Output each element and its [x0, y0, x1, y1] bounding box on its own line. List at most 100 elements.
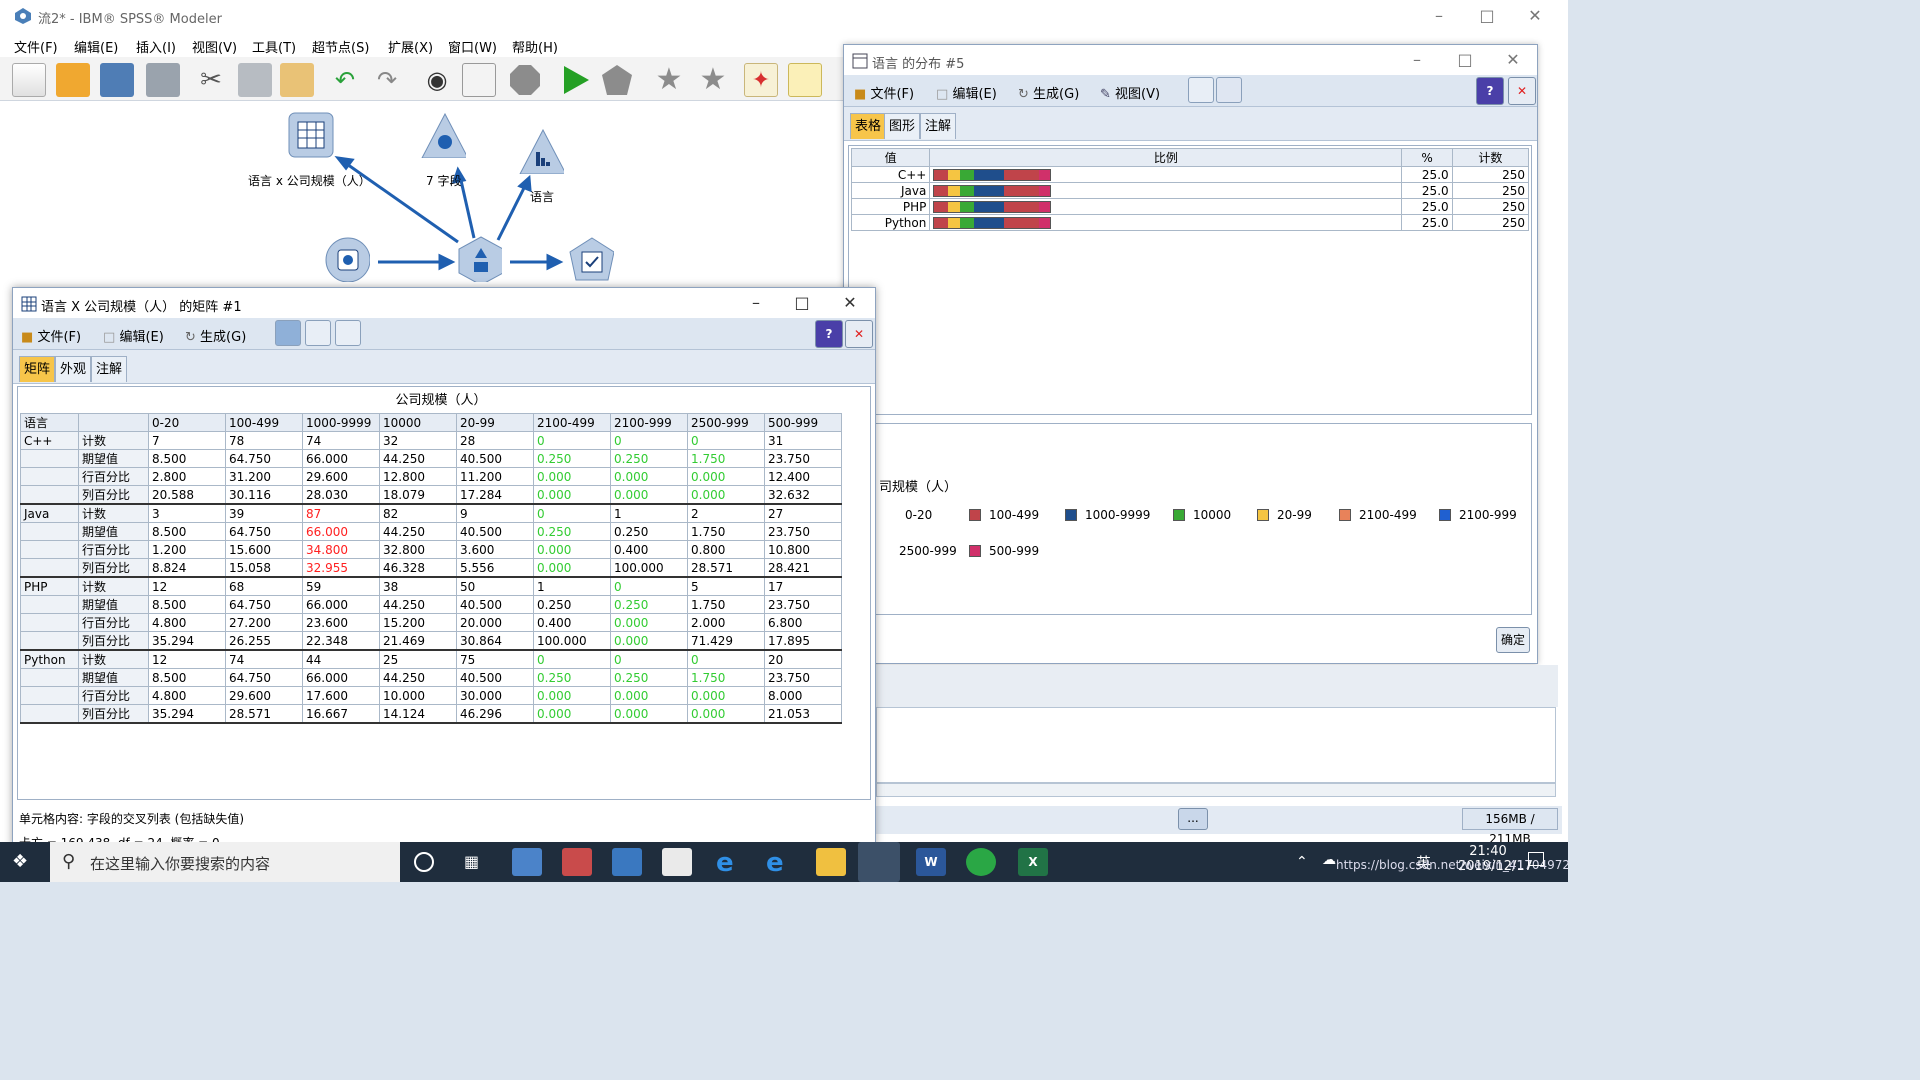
undo-icon[interactable]: ↶ — [328, 63, 362, 97]
save-icon[interactable] — [100, 63, 134, 97]
edge-icon[interactable]: e — [716, 848, 734, 878]
matrix-maximize-button[interactable]: □ — [779, 288, 825, 318]
store-icon[interactable] — [662, 848, 692, 876]
tab-appearance[interactable]: 外观 — [55, 356, 92, 382]
col-proportion[interactable]: 比例 — [929, 148, 1403, 167]
menu-edit[interactable]: 编辑(E) — [74, 37, 118, 56]
new-stream-icon[interactable] — [12, 63, 46, 97]
stop-icon[interactable] — [508, 63, 542, 97]
col-percent[interactable]: % — [1401, 148, 1453, 167]
ellipsis-button[interactable]: ... — [1178, 808, 1208, 830]
dist-menu-generate[interactable]: ↻ 生成(G) — [1018, 83, 1079, 102]
run-selection-icon[interactable] — [600, 63, 634, 97]
column-header[interactable]: 20-99 — [456, 413, 534, 432]
dist-close-x-button[interactable]: ✕ — [1508, 77, 1536, 105]
maximize-button[interactable]: □ — [1464, 0, 1510, 32]
matrix-minimize-button[interactable]: – — [733, 288, 779, 318]
menu-window[interactable]: 窗口(W) — [448, 37, 497, 56]
dist-row[interactable]: C++ 25.0 250 — [850, 166, 1530, 183]
menu-insert[interactable]: 插入(I) — [136, 37, 176, 56]
redo-icon[interactable]: ↷ — [370, 63, 404, 97]
open-folder-icon[interactable] — [56, 63, 90, 97]
notification-icon[interactable] — [1528, 852, 1544, 866]
print-icon[interactable] — [305, 320, 331, 346]
col-value[interactable]: 值 — [850, 148, 931, 167]
column-header[interactable]: 1000-9999 — [302, 413, 380, 432]
matrix-close-x-button[interactable]: ✕ — [845, 320, 873, 348]
dist-row[interactable]: PHP 25.0 250 — [850, 198, 1530, 215]
type-node-icon[interactable] — [456, 236, 502, 282]
close-button[interactable]: ✕ — [1512, 0, 1558, 32]
matrix-close-button[interactable]: ✕ — [827, 288, 873, 318]
print-icon[interactable] — [146, 63, 180, 97]
cortana-icon[interactable] — [414, 852, 434, 872]
column-header[interactable]: 10000 — [379, 413, 457, 432]
tab-table[interactable]: 表格 — [850, 113, 887, 139]
dist-maximize-button[interactable]: □ — [1442, 45, 1488, 75]
tab-annotation[interactable]: 注解 — [920, 113, 957, 139]
tab-graph[interactable]: 图形 — [884, 113, 921, 139]
dist-row[interactable]: Python 25.0 250 — [850, 214, 1530, 231]
column-header[interactable]: 2100-499 — [533, 413, 611, 432]
help-button[interactable]: ? — [1476, 77, 1504, 105]
column-header[interactable]: 2500-999 — [687, 413, 765, 432]
app-icon-2[interactable] — [562, 848, 592, 876]
column-header[interactable]: 2100-999 — [610, 413, 688, 432]
export-icon[interactable] — [275, 320, 301, 346]
excel-icon[interactable]: X — [1018, 848, 1048, 876]
cut-icon[interactable]: ✂ — [194, 63, 228, 97]
export-icon[interactable] — [1188, 77, 1214, 103]
distribution-node-icon[interactable] — [518, 128, 564, 174]
menu-supernode[interactable]: 超节点(S) — [312, 37, 369, 56]
windows-start-icon[interactable]: ❖ — [12, 852, 34, 872]
field-node-icon[interactable] — [420, 112, 466, 158]
column-header[interactable]: 0-20 — [148, 413, 226, 432]
dist-close-button[interactable]: ✕ — [1490, 45, 1536, 75]
dist-menu-view[interactable]: ✎ 视图(V) — [1100, 83, 1160, 102]
menu-help[interactable]: 帮助(H) — [512, 37, 558, 56]
table-output-node-icon[interactable] — [568, 236, 614, 282]
tray-chevron-icon[interactable]: ⌃ — [1296, 854, 1308, 870]
help-button[interactable]: ? — [815, 320, 843, 348]
menu-extensions[interactable]: 扩展(X) — [388, 37, 433, 56]
menu-view[interactable]: 视图(V) — [192, 37, 237, 56]
stream-canvas[interactable]: 语言 x 公司规模（人） 7 字段 语言 — [8, 102, 848, 288]
run-icon[interactable] — [558, 63, 592, 97]
dist-row[interactable]: Java 25.0 250 — [850, 182, 1530, 199]
chart-options-icon[interactable] — [1216, 77, 1242, 103]
word-icon[interactable]: W — [916, 848, 946, 876]
menu-tools[interactable]: 工具(T) — [252, 37, 296, 56]
app-icon-1[interactable] — [512, 848, 542, 876]
chart-options-icon[interactable] — [335, 320, 361, 346]
taskbar-search[interactable]: ⚲ 在这里输入你要搜索的内容 — [50, 842, 400, 882]
dist-minimize-button[interactable]: – — [1394, 45, 1440, 75]
star-run-icon[interactable]: ★ — [696, 63, 730, 97]
spss-taskbar-icon[interactable] — [858, 842, 900, 882]
matrix-menu-file[interactable]: ■ 文件(F) — [21, 326, 81, 345]
horizontal-scrollbar[interactable] — [876, 783, 1556, 797]
app-icon-3[interactable] — [612, 848, 642, 876]
dist-menu-file[interactable]: ■ 文件(F) — [854, 83, 914, 102]
copy-icon[interactable] — [238, 63, 272, 97]
tab-matrix[interactable]: 矩阵 — [19, 356, 56, 382]
file-explorer-icon[interactable] — [816, 848, 846, 876]
star-icon[interactable]: ★ — [652, 63, 686, 97]
matrix-menu-edit[interactable]: □ 编辑(E) — [103, 326, 164, 345]
task-view-icon[interactable]: ▦ — [464, 852, 479, 871]
edit-icon[interactable] — [462, 63, 496, 97]
column-header[interactable]: 500-999 — [764, 413, 842, 432]
ie-icon[interactable]: e — [766, 848, 784, 878]
dist-menu-edit[interactable]: □ 编辑(E) — [936, 83, 997, 102]
cloud-icon[interactable]: ☁ — [1322, 852, 1336, 868]
menu-file[interactable]: 文件(F) — [14, 37, 58, 56]
paste-icon[interactable] — [280, 63, 314, 97]
source-node-icon[interactable] — [324, 236, 370, 282]
minimize-button[interactable]: – — [1416, 0, 1462, 32]
col-count[interactable]: 计数 — [1451, 148, 1530, 167]
tab-annotation[interactable]: 注解 — [91, 356, 128, 382]
pin-icon[interactable]: ✦ — [744, 63, 778, 97]
find-binoculars-icon[interactable]: ◉ — [420, 63, 454, 97]
ok-button[interactable]: 确定 — [1496, 627, 1530, 653]
column-header[interactable]: 100-499 — [225, 413, 303, 432]
new-note-icon[interactable] — [788, 63, 822, 97]
